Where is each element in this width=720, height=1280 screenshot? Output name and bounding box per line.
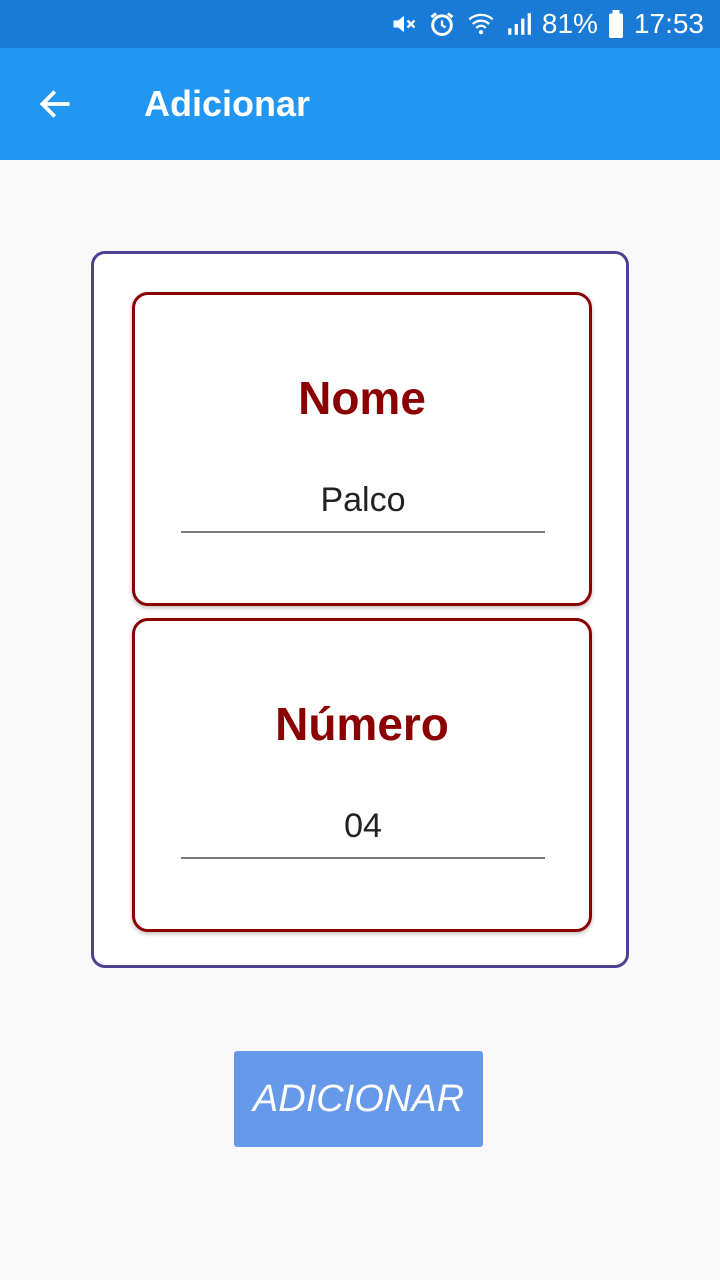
status-bar: 81% 17:53 (0, 0, 720, 48)
wifi-icon (466, 10, 496, 38)
signal-icon (506, 10, 532, 38)
name-label: Nome (298, 372, 426, 424)
name-field-card: Nome (132, 292, 592, 606)
app-bar: Adicionar (0, 48, 720, 160)
alarm-icon (428, 10, 456, 38)
number-label: Número (275, 698, 449, 750)
add-button[interactable]: ADICIONAR (234, 1051, 483, 1147)
battery-percent: 81% (541, 8, 598, 39)
name-input[interactable] (181, 475, 545, 533)
form-card: Nome Número (91, 251, 629, 968)
back-button[interactable] (0, 48, 110, 160)
mute-icon (390, 10, 418, 38)
number-field-card: Número (132, 618, 592, 932)
page-title: Adicionar (144, 83, 311, 124)
number-input[interactable] (181, 801, 545, 859)
battery-icon (608, 10, 624, 38)
arrow-left-icon (39, 90, 70, 118)
clock: 17:53 (633, 8, 704, 39)
